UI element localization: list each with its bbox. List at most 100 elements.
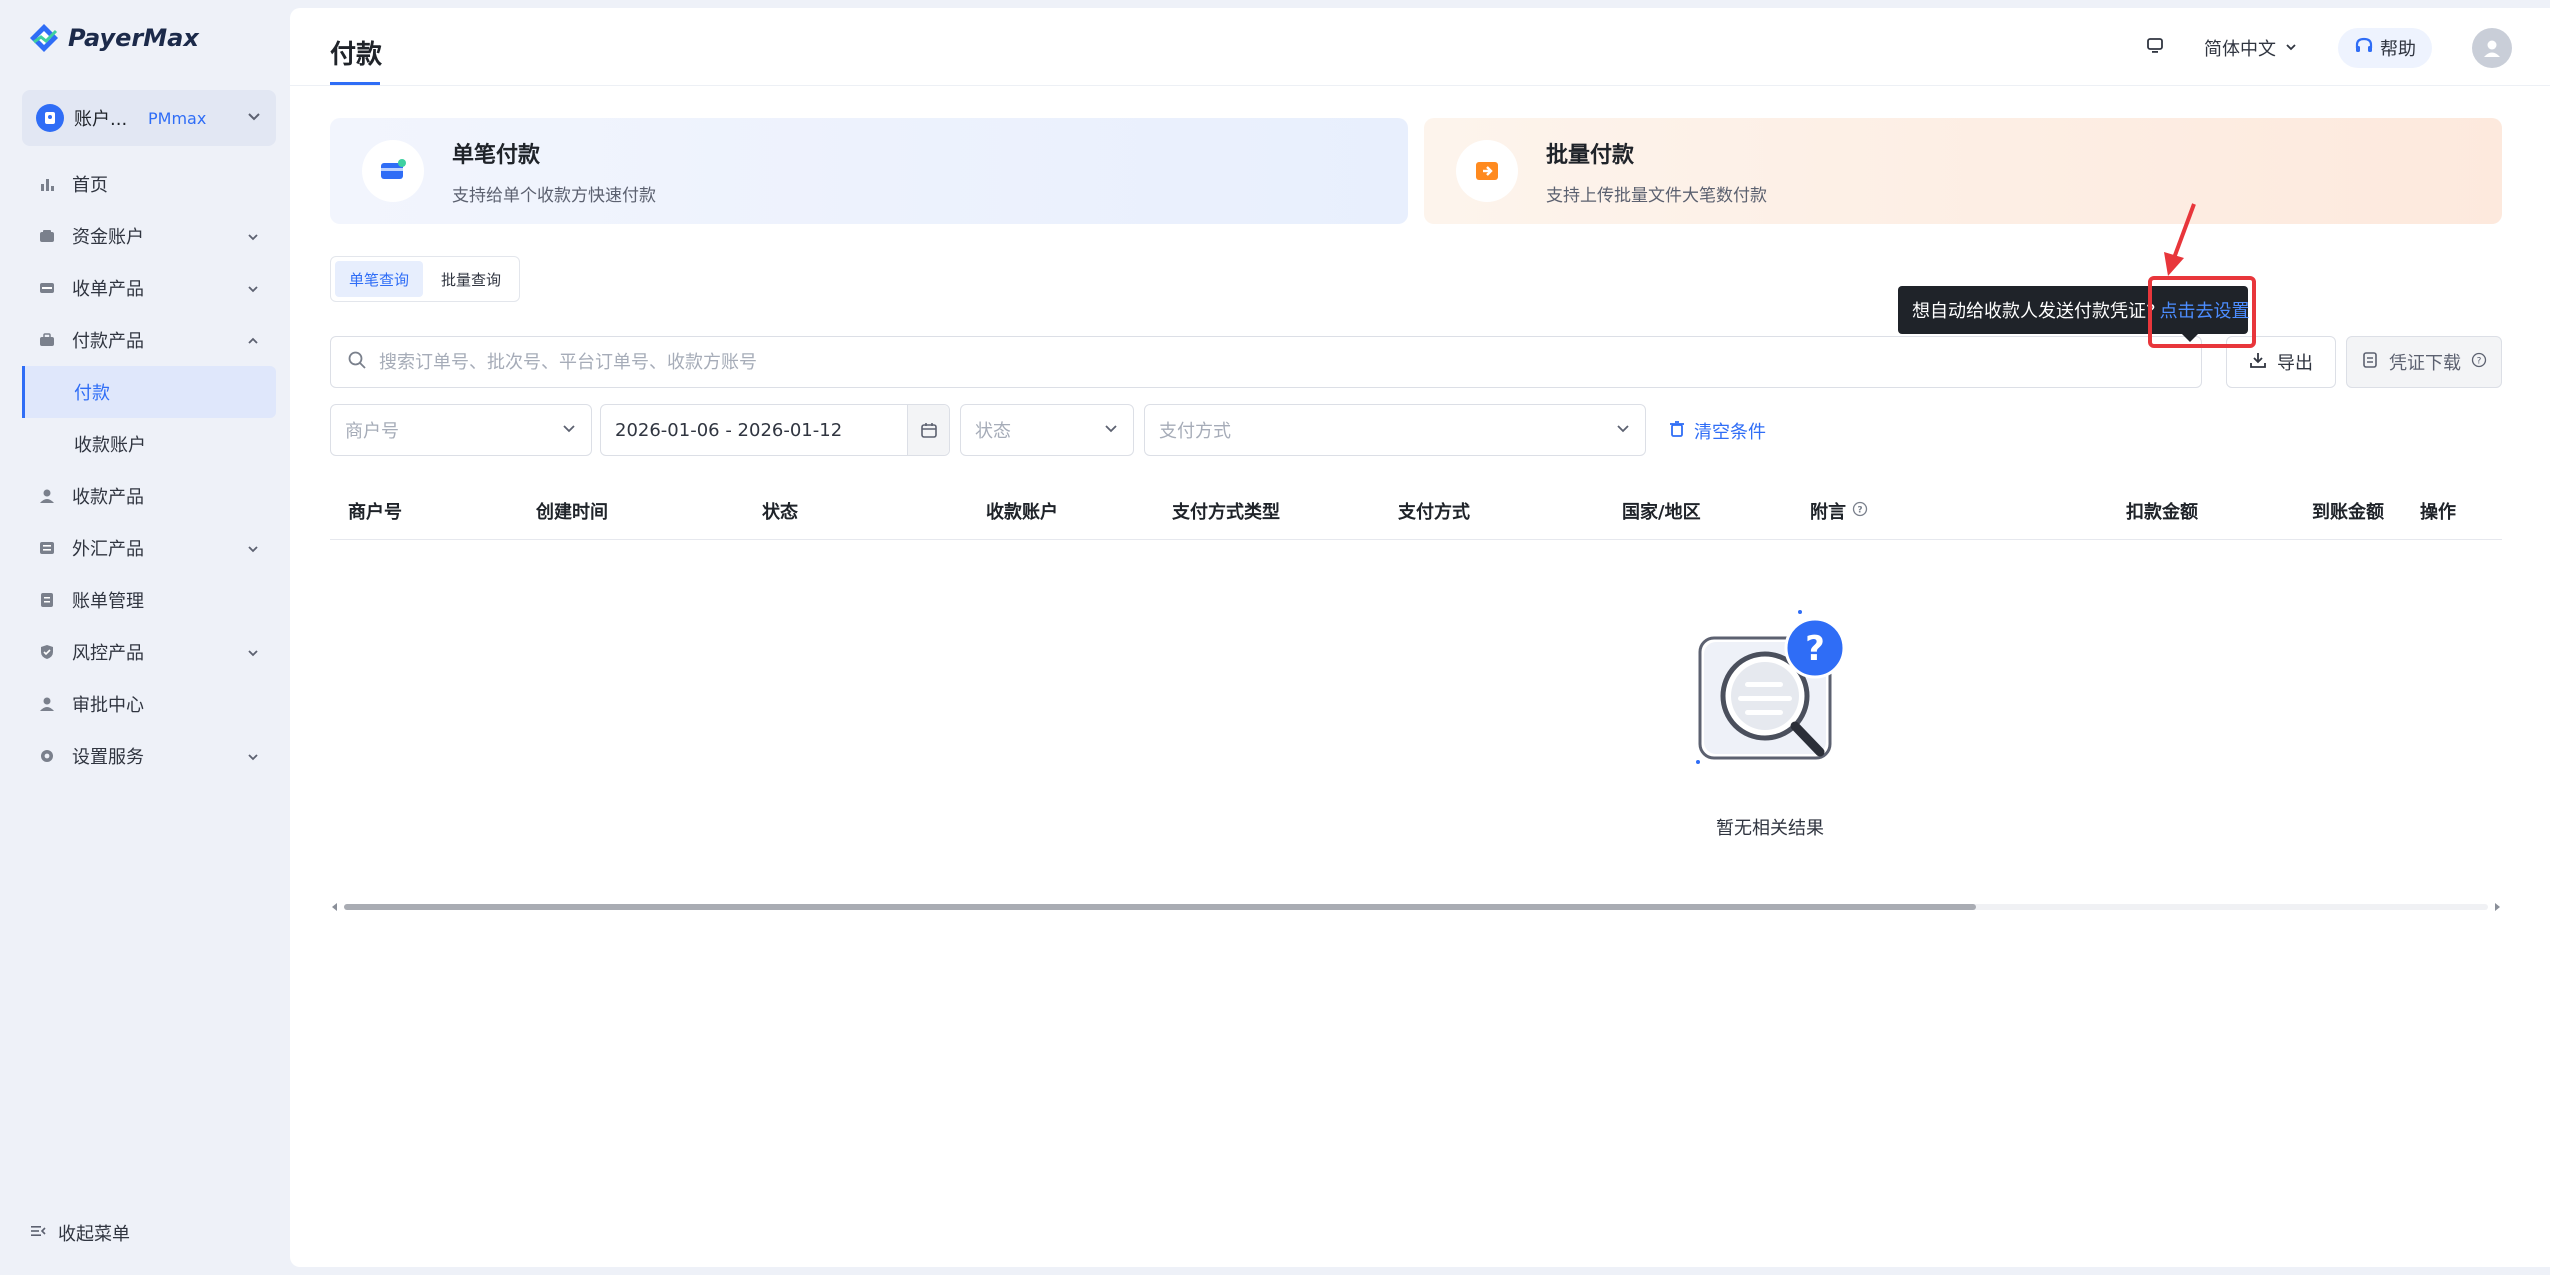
sidebar-item-label: 收款产品 xyxy=(72,487,144,508)
column-header: 扣款金额 xyxy=(2126,502,2198,523)
sidebar-item-acquiring[interactable]: 收单产品 xyxy=(22,262,276,314)
card-icon xyxy=(38,279,56,297)
download-icon xyxy=(2249,351,2267,374)
logo[interactable]: PayerMax xyxy=(28,20,199,56)
batch-payment-title: 批量付款 xyxy=(1546,142,1635,168)
empty-state-illustration: ? xyxy=(1670,608,1870,782)
single-payment-desc: 支持给单个收款方快速付款 xyxy=(452,185,656,206)
single-payment-icon xyxy=(362,140,424,202)
merchant-placeholder: 商户号 xyxy=(345,421,399,442)
sidebar-item-home[interactable]: 首页 xyxy=(22,158,276,210)
scroll-left-icon[interactable] xyxy=(332,903,337,911)
column-header: 操作 xyxy=(2420,502,2456,523)
chevron-down-icon xyxy=(2284,38,2298,59)
svg-text:?: ? xyxy=(1857,505,1862,515)
payermax-logo-icon xyxy=(28,22,60,54)
chevron-down-icon xyxy=(1103,420,1119,441)
scroll-right-icon[interactable] xyxy=(2495,903,2500,911)
sidebar-item-funds-account[interactable]: 资金账户 xyxy=(22,210,276,262)
batch-payment-desc: 支持上传批量文件大笔数付款 xyxy=(1546,185,1767,206)
sidebar-item-settings[interactable]: 设置服务 xyxy=(22,730,276,782)
user-icon xyxy=(38,487,56,505)
account-switcher[interactable]: 账户... PMmax xyxy=(22,90,276,146)
tab-batch-query[interactable]: 批量查询 xyxy=(427,261,515,297)
clear-filters-button[interactable]: 清空条件 xyxy=(1668,418,1766,444)
sidebar-item-payout[interactable]: 付款产品 xyxy=(22,314,276,366)
sidebar-item-label: 审批中心 xyxy=(72,695,144,716)
query-type-tabs: 单笔查询 批量查询 xyxy=(330,256,521,302)
chevron-down-icon xyxy=(561,420,577,441)
column-header: 支付方式类型 xyxy=(1172,502,1280,523)
trash-icon xyxy=(1668,420,1686,443)
export-label: 导出 xyxy=(2277,353,2313,374)
sidebar-item-label: 风控产品 xyxy=(72,643,144,664)
batch-payment-icon xyxy=(1456,140,1518,202)
date-range-picker[interactable]: 2026-01-06 - 2026-01-12 xyxy=(600,404,950,456)
help-label: 帮助 xyxy=(2380,39,2416,60)
search-icon xyxy=(347,350,367,374)
sidebar-item-payee-account[interactable]: 收款账户 xyxy=(22,418,276,470)
account-badge: PMmax xyxy=(148,108,207,128)
chevron-up-icon xyxy=(246,332,260,353)
title-underline xyxy=(330,82,380,85)
column-header: 收款账户 xyxy=(986,502,1058,523)
language-selector[interactable]: 简体中文 xyxy=(2204,35,2298,61)
top-right-actions: 简体中文 帮助 xyxy=(2146,28,2512,68)
main-panel: 付款 简体中文 帮助 单笔付款 支持给单个收款方快速付款 批量付款 支持上传批量… xyxy=(290,8,2550,1267)
voucher-download-button[interactable]: 凭证下载 ? xyxy=(2346,336,2502,388)
column-header: 商户号 xyxy=(348,502,402,523)
sidebar-item-label: 收单产品 xyxy=(72,279,144,300)
empty-state-text: 暂无相关结果 xyxy=(1716,818,1824,839)
sidebar: PayerMax 账户... PMmax 首页 资金账户 收单产品 付款产品 付… xyxy=(0,0,290,1275)
column-header-remark: 附言 ? xyxy=(1810,498,1868,524)
document-icon xyxy=(2361,351,2379,374)
payment-method-select[interactable]: 支付方式 xyxy=(1144,404,1646,456)
single-payment-card[interactable]: 单笔付款 支持给单个收款方快速付款 xyxy=(330,118,1408,224)
wallet-icon xyxy=(38,227,56,245)
column-header: 创建时间 xyxy=(536,502,608,523)
calendar-icon[interactable] xyxy=(907,405,949,455)
column-header: 国家/地区 xyxy=(1622,502,1701,523)
sidebar-item-payment[interactable]: 付款 xyxy=(22,366,276,418)
briefcase-icon xyxy=(38,331,56,349)
avatar[interactable] xyxy=(2472,28,2512,68)
question-circle-icon[interactable]: ? xyxy=(2471,352,2487,373)
scrollbar-thumb[interactable] xyxy=(344,904,1976,910)
column-header: 到账金额 xyxy=(2312,502,2384,523)
sidebar-item-risk[interactable]: 风控产品 xyxy=(22,626,276,678)
monitor-icon[interactable] xyxy=(2146,37,2164,59)
sidebar-item-fx[interactable]: 外汇产品 xyxy=(22,522,276,574)
chevron-down-icon xyxy=(246,540,260,561)
tab-single-query[interactable]: 单笔查询 xyxy=(335,261,424,297)
sidebar-item-label: 首页 xyxy=(72,175,108,196)
sidebar-nav: 首页 资金账户 收单产品 付款产品 付款 收款账户 收款产品 外汇产品 账单管理… xyxy=(22,158,276,782)
question-circle-icon[interactable]: ? xyxy=(1852,501,1868,522)
sidebar-item-label: 设置服务 xyxy=(72,747,144,768)
gear-icon xyxy=(38,747,56,765)
chevron-down-icon xyxy=(246,644,260,665)
merchant-select[interactable]: 商户号 xyxy=(330,404,592,456)
voucher-label: 凭证下载 xyxy=(2389,353,2461,374)
user-check-icon xyxy=(38,695,56,713)
sidebar-item-label: 付款 xyxy=(74,383,110,404)
account-icon xyxy=(36,104,64,132)
chevron-down-icon xyxy=(246,748,260,769)
sidebar-item-billing[interactable]: 账单管理 xyxy=(22,574,276,626)
sidebar-item-approval[interactable]: 审批中心 xyxy=(22,678,276,730)
search-input[interactable] xyxy=(379,351,2079,373)
column-header: 支付方式 xyxy=(1398,502,1470,523)
chevron-down-icon xyxy=(246,280,260,301)
exchange-icon xyxy=(38,539,56,557)
batch-payment-card[interactable]: 批量付款 支持上传批量文件大笔数付款 xyxy=(1424,118,2502,224)
search-box xyxy=(330,336,2202,388)
sidebar-item-collection[interactable]: 收款产品 xyxy=(22,470,276,522)
horizontal-scrollbar[interactable] xyxy=(330,900,2502,914)
table-header: 商户号 创建时间 状态 收款账户 支付方式类型 支付方式 国家/地区 附言 ? … xyxy=(330,478,2502,540)
annotation-highlight-box xyxy=(2148,276,2256,348)
help-button[interactable]: 帮助 xyxy=(2338,28,2432,68)
bar-chart-icon xyxy=(38,175,56,193)
collapse-menu-button[interactable]: 收起菜单 xyxy=(30,1220,130,1246)
shield-icon xyxy=(38,643,56,661)
column-header-label: 附言 xyxy=(1810,502,1846,523)
status-select[interactable]: 状态 xyxy=(960,404,1134,456)
